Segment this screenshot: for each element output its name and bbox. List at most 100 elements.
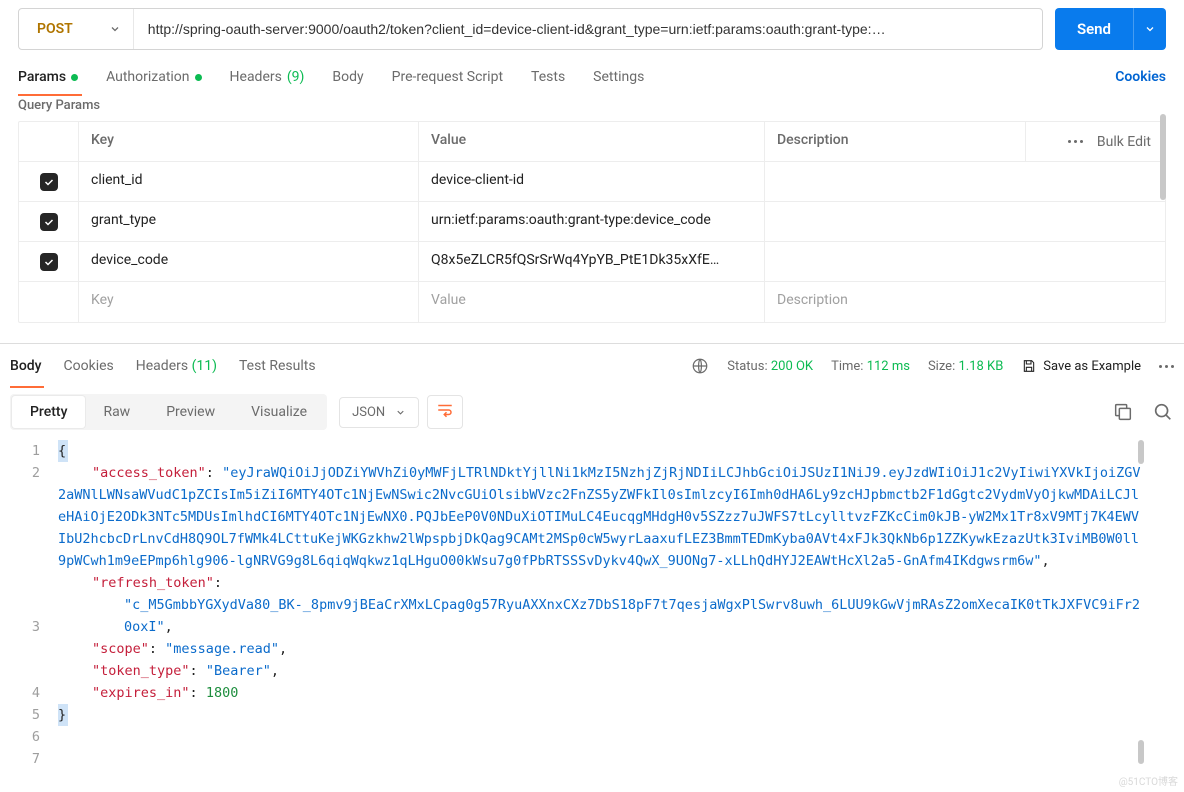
copy-icon[interactable] bbox=[1112, 401, 1134, 423]
code-line: "scope": "message.read", bbox=[58, 638, 1144, 660]
code-line: "refresh_token": "c_M5GmbbYGXydVa80_BK-_… bbox=[58, 572, 1144, 638]
rtab-headers[interactable]: Headers (11) bbox=[136, 346, 217, 386]
table-header: Key Value Description Bulk Edit bbox=[19, 122, 1165, 162]
table-row-new: Key Value Description bbox=[19, 282, 1165, 322]
chevron-down-icon bbox=[395, 407, 406, 418]
row-check[interactable] bbox=[19, 162, 79, 201]
send-caret[interactable] bbox=[1133, 8, 1166, 50]
tab-tests[interactable]: Tests bbox=[531, 59, 565, 95]
vtab-preview[interactable]: Preview bbox=[148, 396, 233, 428]
method-url-row: POST bbox=[18, 8, 1043, 50]
scrollbar-thumb[interactable] bbox=[1138, 740, 1144, 764]
chevron-down-icon bbox=[1144, 23, 1156, 35]
row-value-placeholder[interactable]: Value bbox=[419, 282, 765, 322]
line-number: 1 bbox=[0, 440, 40, 462]
params-modified-dot bbox=[71, 74, 78, 81]
toolbar-right bbox=[1112, 401, 1174, 423]
time-group: Time: 112 ms bbox=[831, 359, 910, 374]
search-icon[interactable] bbox=[1152, 401, 1174, 423]
response-meta: Status: 200 OK Time: 112 ms Size: 1.18 K… bbox=[691, 357, 1174, 375]
rtab-body[interactable]: Body bbox=[10, 346, 42, 386]
row-key[interactable]: client_id bbox=[79, 162, 419, 201]
line-number: 5 bbox=[0, 704, 40, 726]
auth-modified-dot bbox=[195, 74, 202, 81]
table-row: device_code Q8x5eZLCR5fQSrSrWq4YpYB_PtE1… bbox=[19, 242, 1165, 282]
table-row: client_id device-client-id bbox=[19, 162, 1165, 202]
url-input[interactable] bbox=[134, 9, 1042, 49]
checkbox-checked-icon bbox=[40, 213, 58, 231]
tab-label: Pre-request Script bbox=[392, 69, 503, 85]
vtab-pretty[interactable]: Pretty bbox=[12, 396, 85, 428]
more-columns-icon[interactable] bbox=[1068, 140, 1083, 143]
send-label: Send bbox=[1055, 20, 1133, 38]
chevron-down-icon bbox=[109, 23, 121, 35]
row-desc[interactable] bbox=[765, 202, 1165, 241]
row-desc[interactable] bbox=[765, 162, 1165, 201]
row-key[interactable]: device_code bbox=[79, 242, 419, 281]
line-number: 2 bbox=[0, 462, 40, 616]
code-line: } bbox=[58, 704, 1144, 726]
tab-label: Body bbox=[332, 69, 363, 85]
send-button[interactable]: Send bbox=[1055, 8, 1166, 50]
code-line: { bbox=[58, 440, 1144, 462]
body-format-select[interactable]: JSON bbox=[339, 397, 419, 428]
rtab-tests[interactable]: Test Results bbox=[239, 346, 316, 386]
json-viewer: 1 2 3 4 5 6 7 { "access_token": "eyJraWQ… bbox=[0, 436, 1184, 770]
row-check[interactable] bbox=[19, 242, 79, 281]
code-line: "expires_in": 1800 bbox=[58, 682, 1144, 704]
row-desc[interactable] bbox=[765, 242, 1165, 281]
code-area[interactable]: { "access_token": "eyJraWQiOiJjODZiYWVhZ… bbox=[58, 440, 1184, 770]
tab-params[interactable]: Params bbox=[18, 59, 78, 95]
vtab-raw[interactable]: Raw bbox=[85, 396, 148, 428]
more-actions-icon[interactable] bbox=[1159, 365, 1174, 368]
globe-icon[interactable] bbox=[691, 357, 709, 375]
checkbox-checked-icon bbox=[40, 173, 58, 191]
scrollbar-thumb[interactable] bbox=[1138, 440, 1144, 464]
tab-body[interactable]: Body bbox=[332, 59, 363, 95]
request-tabs: Params Authorization Headers (9) Body Pr… bbox=[0, 58, 1184, 96]
tab-authorization[interactable]: Authorization bbox=[106, 59, 201, 95]
row-value[interactable]: urn:ietf:params:oauth:grant-type:device_… bbox=[419, 202, 765, 241]
header-actions: Bulk Edit bbox=[1025, 122, 1165, 161]
time-value: 112 ms bbox=[867, 359, 910, 374]
code-line: "token_type": "Bearer", bbox=[58, 660, 1144, 682]
tab-label: Settings bbox=[593, 69, 644, 85]
headers-count: (9) bbox=[287, 69, 305, 85]
watermark: @51CTO博客 bbox=[1119, 773, 1178, 788]
params-table: Key Value Description Bulk Edit client_i… bbox=[18, 121, 1166, 323]
format-label: JSON bbox=[352, 405, 385, 420]
checkbox-checked-icon bbox=[40, 253, 58, 271]
tab-headers[interactable]: Headers (9) bbox=[230, 59, 305, 95]
size-label: Size: bbox=[928, 359, 955, 374]
query-params-heading: Query Params bbox=[0, 96, 1184, 113]
line-number: 6 bbox=[0, 726, 40, 748]
tab-label: Headers bbox=[230, 69, 282, 85]
save-as-example-button[interactable]: Save as Example bbox=[1021, 358, 1141, 374]
vtab-visualize[interactable]: Visualize bbox=[233, 396, 325, 428]
time-label: Time: bbox=[831, 359, 863, 374]
wrap-lines-button[interactable] bbox=[427, 395, 463, 429]
rtab-cookies[interactable]: Cookies bbox=[64, 346, 114, 386]
head-value: Value bbox=[419, 122, 765, 161]
bulk-edit-link[interactable]: Bulk Edit bbox=[1097, 134, 1151, 150]
rtab-label: Headers bbox=[136, 358, 188, 374]
rtab-count: (11) bbox=[192, 358, 217, 374]
size-group: Size: 1.18 KB bbox=[928, 359, 1003, 374]
row-value[interactable]: device-client-id bbox=[419, 162, 765, 201]
request-bar: POST Send bbox=[0, 0, 1184, 58]
row-key[interactable]: grant_type bbox=[79, 202, 419, 241]
tab-label: Tests bbox=[531, 69, 565, 85]
rtab-underline bbox=[10, 386, 44, 388]
status-group: Status: 200 OK bbox=[727, 359, 813, 374]
row-check[interactable] bbox=[19, 202, 79, 241]
scrollbar-thumb[interactable] bbox=[1160, 114, 1166, 200]
row-desc-placeholder[interactable]: Description bbox=[765, 282, 1165, 322]
row-value[interactable]: Q8x5eZLCR5fQSrSrWq4YpYB_PtE1Dk35xXfE… bbox=[419, 242, 765, 281]
row-key-placeholder[interactable]: Key bbox=[79, 282, 419, 322]
response-tabs: Body Cookies Headers (11) Test Results S… bbox=[0, 344, 1184, 388]
http-method-select[interactable]: POST bbox=[19, 9, 134, 49]
tab-underline bbox=[18, 94, 82, 96]
tab-settings[interactable]: Settings bbox=[593, 59, 644, 95]
cookies-link[interactable]: Cookies bbox=[1115, 69, 1166, 85]
tab-prerequest[interactable]: Pre-request Script bbox=[392, 59, 503, 95]
